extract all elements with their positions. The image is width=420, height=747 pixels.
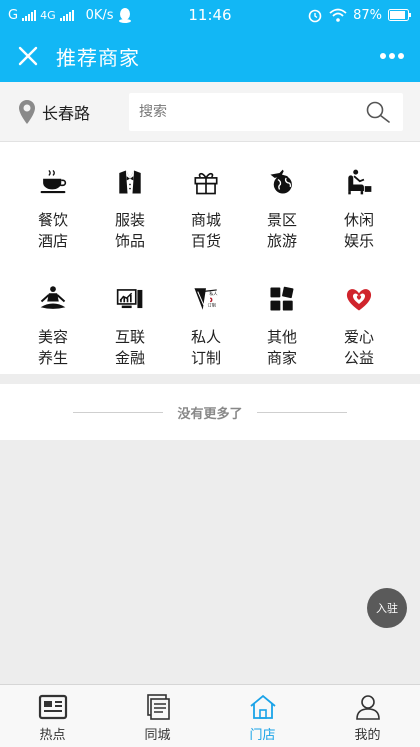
wifi-icon: [329, 8, 347, 22]
tab-stores[interactable]: 门店: [210, 685, 315, 747]
location-pin-icon: [19, 99, 35, 124]
category-label-line2: 金融: [114, 349, 145, 367]
armchair-icon: [348, 169, 372, 195]
category-label-line2: 酒店: [37, 232, 68, 250]
news-icon: [38, 694, 67, 720]
carrier-label: G: [8, 7, 19, 23]
category-other[interactable]: 其他 商家: [242, 259, 322, 369]
user-icon: [355, 695, 380, 720]
computer-chart-icon: [116, 289, 143, 309]
tab-local[interactable]: 同城: [105, 685, 210, 747]
status-bar: G 4G 0K/s 11:46 87%: [0, 0, 420, 30]
coffee-cup-icon: [40, 170, 67, 194]
search-icon[interactable]: [365, 100, 391, 124]
meditation-icon: [40, 286, 66, 309]
alarm-icon: [308, 9, 322, 23]
category-grid: 餐饮 酒店 服装 饰品 商城 百货 景区 旅游 休闲 娱乐 美容 养生 互联 金…: [0, 142, 420, 374]
battery-icon: [388, 9, 411, 21]
tab-label: 我的: [354, 728, 381, 743]
category-finance[interactable]: 互联 金融: [90, 259, 170, 369]
category-label-line2: 商家: [266, 349, 297, 367]
location-search-bar: 长春路: [0, 82, 420, 142]
close-icon: [18, 46, 38, 66]
page-title: 推荐商家: [56, 45, 140, 70]
network-speed: 0K/s: [85, 7, 114, 23]
category-label-line1: 餐饮: [37, 211, 68, 229]
category-label-line1: 私人: [190, 328, 221, 346]
category-label-line2: 订制: [190, 349, 221, 367]
signal-icon-2: [59, 9, 74, 21]
category-mall[interactable]: 商城 百货: [166, 142, 246, 252]
heart-charity-icon: [346, 289, 372, 311]
category-label-line2: 百货: [190, 232, 221, 250]
qq-icon: [118, 8, 131, 23]
globe-plane-icon: [270, 169, 292, 194]
join-floating-button[interactable]: 入驻: [367, 588, 407, 628]
category-travel[interactable]: 景区 旅游: [242, 142, 322, 252]
divider-left: [73, 411, 164, 413]
location-selector[interactable]: 长春路: [0, 82, 120, 141]
category-label-line1: 景区: [266, 211, 297, 229]
category-leisure[interactable]: 休闲 娱乐: [319, 142, 399, 252]
category-label-line1: 服装: [114, 211, 145, 229]
list-end-indicator: 没有更多了: [0, 384, 420, 440]
documents-icon: [146, 694, 170, 720]
category-label-line2: 饰品: [114, 232, 145, 250]
bottom-tab-bar: 热点 同城 门店 我的: [0, 684, 420, 747]
network-label: 4G: [40, 8, 56, 22]
grid-squares-icon: [270, 286, 294, 311]
tab-label: 同城: [144, 728, 171, 743]
category-label-line1: 美容: [37, 328, 68, 346]
category-label-line2: 公益: [343, 349, 374, 367]
category-custom[interactable]: 私人 订制 私人 订制: [166, 259, 246, 369]
more-dots-icon: [380, 53, 404, 59]
category-label-line1: 商城: [190, 211, 221, 229]
close-button[interactable]: [0, 30, 56, 82]
category-beauty[interactable]: 美容 养生: [13, 259, 93, 369]
category-food-hotel[interactable]: 餐饮 酒店: [13, 142, 93, 252]
svg-text:私人: 私人: [209, 290, 217, 296]
category-label-line2: 旅游: [266, 232, 297, 250]
tab-label: 热点: [39, 728, 66, 743]
home-icon: [249, 694, 276, 719]
location-label: 长春路: [42, 103, 91, 123]
category-clothing[interactable]: 服装 饰品: [90, 142, 170, 252]
more-button[interactable]: [374, 38, 410, 74]
category-label-line1: 爱心: [343, 328, 374, 346]
tab-hot[interactable]: 热点: [0, 685, 105, 747]
battery-percent: 87%: [353, 7, 382, 23]
gift-box-icon: [194, 172, 218, 195]
category-label-line2: 养生: [37, 349, 68, 367]
category-charity[interactable]: 爱心 公益: [319, 259, 399, 369]
category-label-line2: 娱乐: [343, 232, 374, 250]
category-label-line1: 其他: [266, 328, 297, 346]
app-header: 推荐商家: [0, 30, 420, 82]
divider-right: [256, 411, 347, 413]
search-input[interactable]: [129, 104, 349, 120]
tuxedo-icon: [119, 170, 141, 194]
category-label-line1: 休闲: [343, 211, 374, 229]
tab-mine[interactable]: 我的: [315, 685, 420, 747]
tab-label: 门店: [249, 728, 276, 743]
category-label-line1: 互联: [114, 328, 145, 346]
svg-text:订制: 订制: [208, 301, 216, 307]
signal-icon: [22, 9, 37, 21]
list-end-text: 没有更多了: [177, 406, 243, 422]
search-box[interactable]: [129, 93, 403, 131]
custom-logo-icon: 私人订制: [194, 288, 218, 310]
